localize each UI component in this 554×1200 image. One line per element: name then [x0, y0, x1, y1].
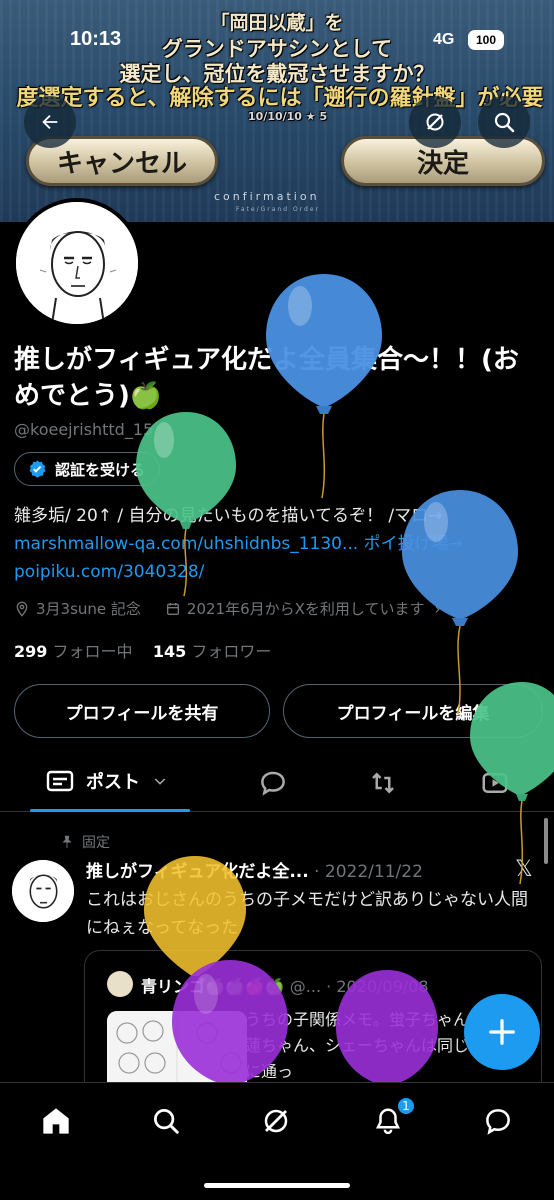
nav-search[interactable]: [148, 1103, 184, 1139]
home-icon: [43, 1108, 69, 1134]
quoted-author-avatar: [107, 971, 133, 997]
tab-posts-label: ポスト: [86, 772, 140, 793]
post-date[interactable]: · 2022/11/22: [314, 862, 423, 882]
search-icon: [154, 1109, 179, 1134]
post-author-avatar[interactable]: [12, 860, 74, 922]
banner-text-line4: 度選定すると、解除するには「遡行の羅針盤」が必要: [16, 86, 544, 111]
balloon-purple-1: [172, 960, 288, 1086]
post-avatar-drawing: [12, 860, 74, 922]
compose-post-button[interactable]: [464, 994, 540, 1070]
following-count[interactable]: 299: [14, 642, 47, 661]
home-indicator: [204, 1183, 350, 1188]
replies-tab-icon[interactable]: [258, 768, 288, 798]
profile-meta: 3月3sune 記念 2021年6月からXを利用しています ›: [14, 598, 440, 619]
grok-icon: [426, 113, 444, 131]
follow-stats: 299 フォロー中 145 フォロワー: [14, 638, 271, 662]
status-bar: 10:13 4G 100: [0, 28, 554, 58]
profile-avatar[interactable]: [12, 198, 142, 328]
followers-label[interactable]: フォロワー: [191, 642, 271, 661]
banner-text-line5: 10/10/10 ★ 5: [248, 110, 328, 123]
pin-icon: [62, 835, 72, 848]
reposts-tab-icon[interactable]: [368, 768, 398, 798]
search-icon: [494, 112, 515, 133]
balloon-green-2: [470, 682, 554, 885]
status-time: 10:13: [70, 28, 122, 50]
tab-active-indicator: [30, 809, 190, 812]
back-button[interactable]: [24, 96, 76, 148]
avatar-drawing: [16, 202, 138, 324]
chevron-down-icon: [154, 778, 166, 785]
grok-button[interactable]: [409, 96, 461, 148]
banner-confirmation-sub: Fate/Grand Order: [236, 206, 321, 213]
nav-messages[interactable]: [480, 1103, 516, 1139]
nav-home[interactable]: [38, 1103, 74, 1139]
posts-tab-icon: [46, 770, 74, 792]
plus-icon: [489, 1019, 515, 1045]
calendar-icon: [166, 602, 179, 615]
following-label[interactable]: フォロー中: [53, 642, 133, 661]
get-verified-label: 認証を受ける: [55, 460, 146, 479]
grok-icon: [264, 1109, 288, 1133]
profile-location: 3月3sune 記念: [36, 600, 141, 618]
battery-icon: 100: [468, 30, 504, 50]
banner-confirmation-label: confirmation: [214, 190, 320, 203]
balloon-purple-2: [336, 970, 438, 1086]
notification-badge: 1: [396, 1096, 416, 1116]
profile-handle: @koeejrishttd_15: [14, 420, 154, 439]
profile-joined: 2021年6月からXを利用しています: [186, 600, 425, 618]
location-icon: [16, 601, 28, 617]
search-button[interactable]: [478, 96, 530, 148]
chat-bubble-icon: [486, 1109, 510, 1135]
pinned-label: 固定: [82, 835, 110, 851]
balloon-blue-1: [266, 274, 382, 499]
post-header: 推しがフィギュア化だよ全... · 2022/11/22: [86, 857, 423, 882]
followers-count[interactable]: 145: [153, 642, 186, 661]
arrow-left-icon: [42, 114, 58, 130]
nav-grok[interactable]: [258, 1103, 294, 1139]
pinned-indicator: 固定: [60, 832, 110, 852]
verified-badge-icon: [29, 460, 46, 478]
balloon-green-1: [136, 412, 236, 597]
share-profile-button[interactable]: プロフィールを共有: [14, 684, 270, 738]
status-network: 4G: [433, 31, 455, 48]
tab-posts[interactable]: ポスト: [46, 768, 168, 794]
